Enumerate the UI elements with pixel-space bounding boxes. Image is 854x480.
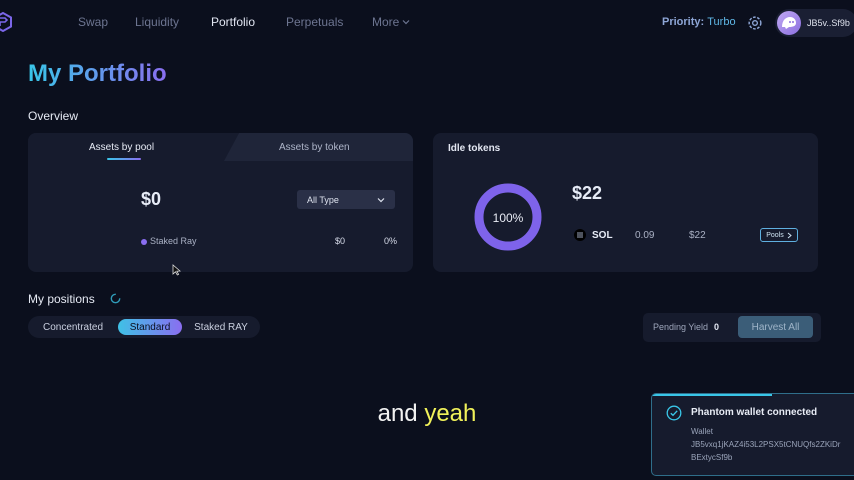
wallet-connected-toast: Phantom wallet connected Wallet JB5vxq1j… [651,393,854,476]
tab-assets-by-pool-label: Assets by pool [89,142,155,153]
type-filter-dropdown[interactable]: All Type [297,190,395,209]
toast-wallet-line2: BExtycSf9b [691,453,733,462]
avatar [777,11,801,35]
idle-total: $22 [572,183,603,203]
wallet-button[interactable]: JB5v..Sf9b [775,9,854,37]
priority-value: Turbo [707,16,736,28]
positions-tab-group: Concentrated Standard Staked RAY [28,316,260,338]
toast-wallet-line1: JB5vxq1jKAZ4i53L2PSX5tCNUQfs2ZKiDr [691,440,841,449]
priority-label: Priority: [662,16,705,28]
tab-standard[interactable]: Standard [118,319,182,335]
active-tab-indicator [107,158,141,160]
chevron-right-icon [787,232,792,238]
tab-assets-by-token-label: Assets by token [279,142,350,153]
pool-row-label: Staked Ray [141,236,197,246]
sol-token-icon [574,229,586,241]
page-title: My Portfolio [28,60,167,87]
gear-icon[interactable] [746,14,764,32]
cursor-icon [172,264,181,276]
tab-concentrated[interactable]: Concentrated [34,319,112,335]
pools-button[interactable]: Pools [760,228,798,242]
token-symbol: SOL [592,230,613,241]
idle-donut-chart: 100% [474,183,542,251]
nav-more[interactable]: More [372,15,410,29]
idle-tokens-heading: Idle tokens [448,143,501,154]
nav-more-label: More [372,15,400,29]
pools-button-label: Pools [766,231,784,239]
nav-perpetuals[interactable]: Perpetuals [286,15,343,29]
phantom-icon [782,17,796,29]
assets-total: $0 [141,189,162,209]
assets-tab-bar: Assets by pool Assets by token [28,133,413,161]
check-circle-icon [666,405,682,421]
pending-yield-label: Pending Yield [653,322,709,332]
donut-label: 100% [493,211,524,225]
harvest-all-button[interactable]: Harvest All [738,316,813,338]
pool-row-value: $0 [335,236,346,246]
token-amount: 0.09 [635,230,655,241]
wallet-address: JB5v..Sf9b [807,18,850,28]
logo-icon[interactable] [0,12,12,32]
caption-text: and [377,400,418,427]
chevron-down-icon [402,20,410,25]
priority-setting[interactable]: Priority: Turbo [662,16,736,28]
chevron-down-icon [377,197,385,202]
legend-dot [141,238,147,245]
nav-liquidity[interactable]: Liquidity [135,15,179,29]
pending-yield-box: Pending Yield 0 Harvest All [643,313,821,342]
positions-heading: My positions [28,292,95,306]
nav-portfolio[interactable]: Portfolio [211,15,255,29]
pool-row-name: Staked Ray [150,236,197,246]
token-value: $22 [689,230,706,241]
overview-heading: Overview [28,109,79,123]
pool-row-percent: 0% [384,236,398,246]
toast-wallet-label: Wallet [691,427,713,436]
pending-yield-value: 0 [714,322,720,332]
toast-progress-bar [652,394,772,396]
type-filter-value: All Type [307,194,339,205]
toast-title: Phantom wallet connected [691,407,818,418]
caption-highlight: yeah [424,400,477,427]
nav-swap[interactable]: Swap [78,15,108,29]
loading-spinner-icon [110,293,121,304]
tab-staked-ray[interactable]: Staked RAY [188,319,254,335]
